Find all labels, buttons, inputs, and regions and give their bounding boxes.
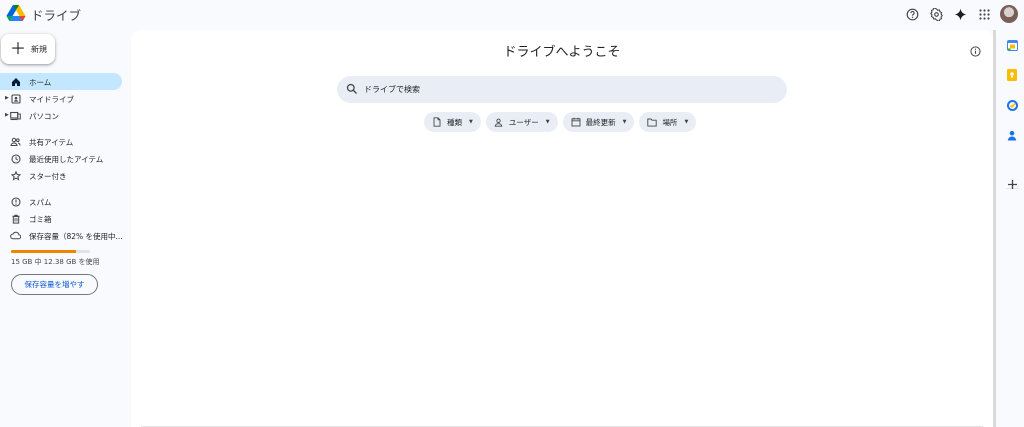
nav-group-other: スパム ゴミ箱 保存容量（82% を使用中... (0, 193, 125, 244)
sidebar-item-label: 最近使用したアイテム (29, 155, 104, 164)
expand-arrow-icon[interactable]: ▶ (5, 112, 9, 118)
sidebar-item-trash[interactable]: ゴミ箱 (0, 210, 125, 227)
nav-group-main: ホーム ▶ マイドライブ ▶ パソコン (0, 73, 125, 124)
sidebar-item-starred[interactable]: スター付き (0, 167, 125, 184)
people-icon (10, 136, 21, 147)
get-more-storage-button[interactable]: 保存容量を増やす (11, 274, 98, 295)
new-button[interactable]: ＋ 新規 (1, 34, 55, 64)
file-icon (432, 117, 442, 127)
storage-usage-text: 15 GB 中 12.38 GB を使用 (11, 258, 100, 266)
search-icon[interactable] (346, 83, 358, 95)
filter-chip-label: 種類 (447, 117, 462, 127)
plus-icon: ＋ (10, 39, 27, 58)
folder-icon (647, 117, 658, 127)
sidebar-item-label: 保存容量（82% を使用中... (29, 232, 123, 241)
filter-chips: 種類 ▼ ユーザー ▼ 最終更新 ▼ 場所 ▼ (424, 112, 697, 132)
home-icon (10, 76, 21, 87)
apps-icon[interactable] (972, 3, 996, 25)
gemini-icon[interactable] (948, 3, 972, 25)
computer-icon (10, 110, 21, 121)
sidebar-item-home[interactable]: ホーム (0, 73, 122, 90)
sidebar-item-spam[interactable]: スパム (0, 193, 125, 210)
trash-icon (10, 213, 21, 224)
sidebar-item-label: マイドライブ (29, 95, 74, 104)
filter-chip-people[interactable]: ユーザー ▼ (485, 112, 558, 132)
my-drive-icon (10, 93, 21, 104)
drive-logo-icon[interactable] (6, 4, 26, 22)
add-app-icon[interactable] (1006, 178, 1018, 190)
chevron-down-icon: ▼ (469, 119, 473, 125)
top-bar: ドライブ (0, 0, 1024, 28)
tasks-app-icon[interactable] (1006, 99, 1018, 111)
sidebar-item-label: 共有アイテム (29, 138, 74, 147)
chevron-down-icon: ▼ (684, 119, 689, 125)
side-panel (1000, 30, 1024, 427)
person-icon (494, 117, 504, 127)
search-input[interactable] (364, 79, 764, 100)
clock-icon (10, 153, 21, 164)
sidebar-item-label: スター付き (29, 172, 67, 181)
filter-chip-type[interactable]: 種類 ▼ (424, 112, 481, 132)
filter-chip-modified[interactable]: 最終更新 ▼ (562, 112, 635, 132)
filter-chip-label: ユーザー (508, 117, 539, 127)
filter-chip-location[interactable]: 場所 ▼ (639, 112, 697, 132)
keep-app-icon[interactable] (1006, 69, 1018, 81)
sidebar-item-label: ゴミ箱 (29, 215, 52, 224)
calendar-icon (571, 117, 581, 127)
sidebar-item-label: スパム (29, 198, 52, 207)
search-bar[interactable] (337, 76, 787, 103)
expand-arrow-icon[interactable]: ▶ (5, 95, 9, 101)
filter-chip-label: 最終更新 (585, 117, 616, 127)
calendar-app-icon[interactable] (1006, 39, 1018, 51)
page-title: ドライブへようこそ (503, 45, 621, 60)
main-content: ドライブへようこそ 種類 ▼ ユーザー ▼ 最終更新 ▼ (131, 30, 993, 427)
spam-icon (10, 196, 21, 207)
chevron-down-icon: ▼ (622, 119, 627, 125)
sidebar-item-label: ホーム (29, 78, 52, 87)
scrollbar[interactable] (993, 30, 996, 427)
storage-usage-fill (11, 250, 76, 253)
sidebar-item-recent[interactable]: 最近使用したアイテム (0, 150, 125, 167)
chevron-down-icon: ▼ (545, 119, 550, 125)
avatar[interactable] (1000, 5, 1018, 23)
new-button-label: 新規 (31, 44, 48, 54)
star-icon (10, 170, 21, 181)
storage-usage-bar (11, 250, 90, 253)
cloud-icon (10, 230, 21, 241)
nav-group-shared: 共有アイテム 最近使用したアイテム スター付き (0, 133, 125, 184)
info-icon[interactable] (969, 45, 981, 57)
contacts-app-icon[interactable] (1006, 129, 1018, 141)
sidebar-item-computers[interactable]: ▶ パソコン (0, 107, 125, 124)
settings-icon[interactable] (924, 3, 948, 25)
sidebar-item-label: パソコン (29, 112, 59, 121)
help-icon[interactable] (900, 3, 924, 25)
sidebar-item-shared[interactable]: 共有アイテム (0, 133, 125, 150)
sidebar-item-my-drive[interactable]: ▶ マイドライブ (0, 90, 125, 107)
sidebar-item-storage[interactable]: 保存容量（82% を使用中... (0, 227, 125, 244)
filter-chip-label: 場所 (662, 117, 678, 127)
app-title: ドライブ (31, 8, 82, 23)
